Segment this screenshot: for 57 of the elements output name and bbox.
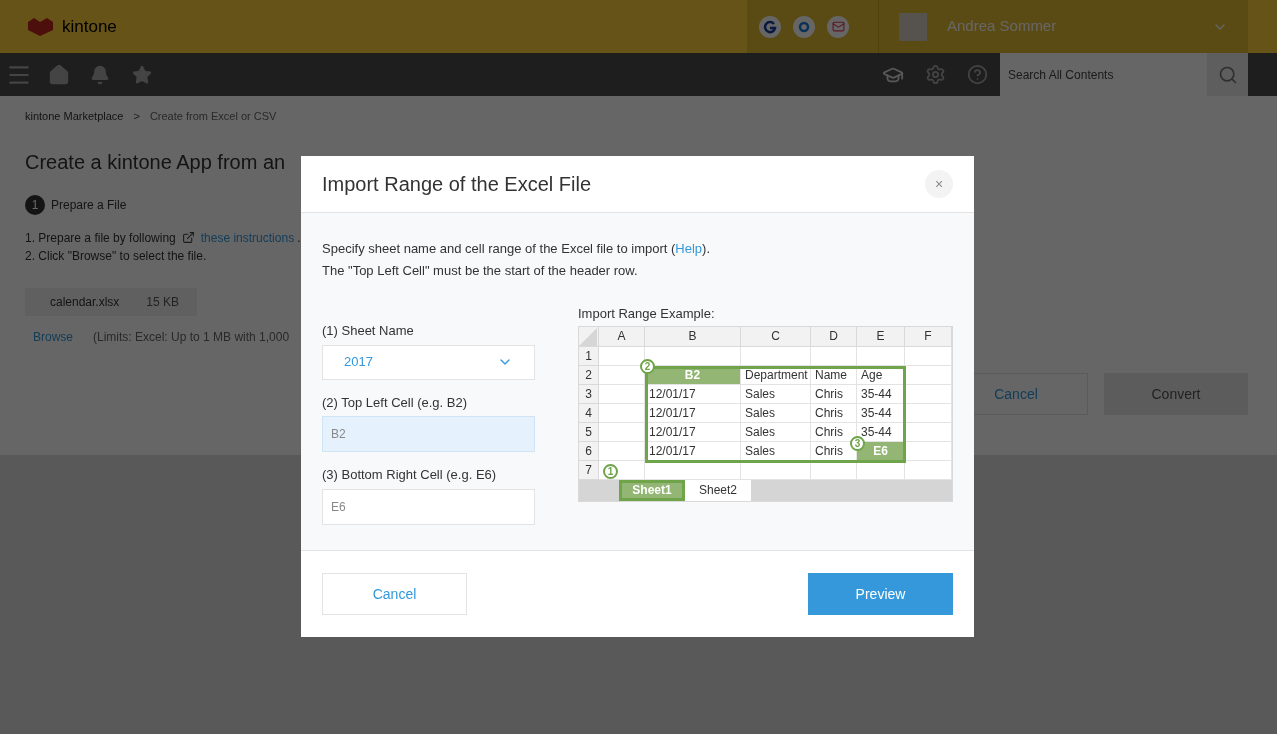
period-text: . bbox=[297, 229, 301, 247]
logo-text: kintone bbox=[62, 15, 117, 38]
step-label: Prepare a File bbox=[51, 196, 127, 214]
cell-input-field[interactable]: B2 bbox=[322, 416, 535, 452]
ring-app-icon[interactable] bbox=[793, 15, 815, 38]
column-header: F bbox=[905, 326, 952, 347]
table-cell: Sales bbox=[741, 403, 811, 423]
field-label: (2) Top Left Cell (e.g. B2) bbox=[322, 393, 468, 412]
column-header: B bbox=[645, 326, 741, 347]
avatar-photo bbox=[899, 12, 927, 41]
example-label: Import Range Example: bbox=[578, 305, 716, 323]
table-cell: Sales bbox=[741, 384, 811, 404]
dialog-title: Import Range of the Excel File bbox=[322, 172, 592, 197]
help-link[interactable]: Help bbox=[675, 241, 703, 256]
close-button[interactable]: × bbox=[925, 170, 953, 198]
home-icon[interactable] bbox=[48, 63, 70, 86]
file-size: 15 KB bbox=[146, 293, 179, 311]
search-input[interactable]: Search All Contents bbox=[1008, 65, 1199, 84]
table-cell: Chris bbox=[811, 403, 857, 423]
browse-link[interactable]: Browse bbox=[33, 327, 73, 346]
page-title: Create a kintone App from an bbox=[25, 149, 287, 175]
breadcrumb-link[interactable]: kintone Marketplace bbox=[25, 108, 124, 125]
sheet-tab[interactable]: Sheet1 bbox=[619, 479, 685, 501]
table-cell: Chris bbox=[811, 384, 857, 404]
step-number: 1 bbox=[25, 194, 45, 215]
preview-button[interactable]: Preview bbox=[808, 573, 953, 615]
settings-icon[interactable] bbox=[925, 64, 946, 85]
column-header: E bbox=[857, 326, 905, 347]
column-header: A bbox=[599, 326, 645, 347]
cancel-button[interactable]: Cancel bbox=[322, 573, 467, 615]
bell-icon[interactable] bbox=[90, 64, 110, 85]
table-cell: Sales bbox=[741, 422, 811, 442]
column-header: D bbox=[811, 326, 857, 347]
sheet-name-dropdown[interactable]: 2017 bbox=[322, 344, 535, 380]
instructions-link[interactable]: these instructions bbox=[200, 228, 295, 247]
breadcrumb-separator: > bbox=[133, 109, 140, 124]
step-marker: 2 bbox=[640, 358, 655, 374]
instruction-text: 1. Prepare a file by following bbox=[25, 229, 176, 247]
help-icon[interactable] bbox=[967, 64, 988, 85]
sheet-tab[interactable]: Sheet2 bbox=[685, 479, 751, 501]
g-app-icon[interactable] bbox=[759, 15, 781, 38]
step-marker: 1 bbox=[603, 463, 618, 479]
limits-text: (Limits: Excel: Up to 1 MB with 1,000 bbox=[93, 328, 290, 346]
cell-input-field[interactable]: E6 bbox=[322, 488, 535, 525]
window-icon bbox=[181, 231, 195, 244]
intro-text: Specify sheet name and cell range of the Excel file to import (Help). The "Top Left Cell" must be the start of the header row. bbox=[322, 240, 712, 280]
field-label: (1) Sheet Name bbox=[322, 322, 415, 340]
search-field[interactable]: Search All Contents bbox=[1000, 53, 1207, 96]
search-button[interactable] bbox=[1207, 53, 1248, 96]
mail-icon[interactable] bbox=[827, 15, 849, 38]
file-name: calendar.xlsx bbox=[50, 293, 120, 311]
instruction-text: 2. Click "Browse" to select the file. bbox=[25, 247, 207, 265]
column-header: C bbox=[741, 326, 811, 347]
field-label: (3) Bottom Right Cell (e.g. E6) bbox=[322, 466, 498, 484]
search-icon bbox=[1217, 64, 1238, 85]
breadcrumb-current: Create from Excel or CSV bbox=[149, 109, 277, 124]
star-icon[interactable] bbox=[132, 64, 152, 85]
